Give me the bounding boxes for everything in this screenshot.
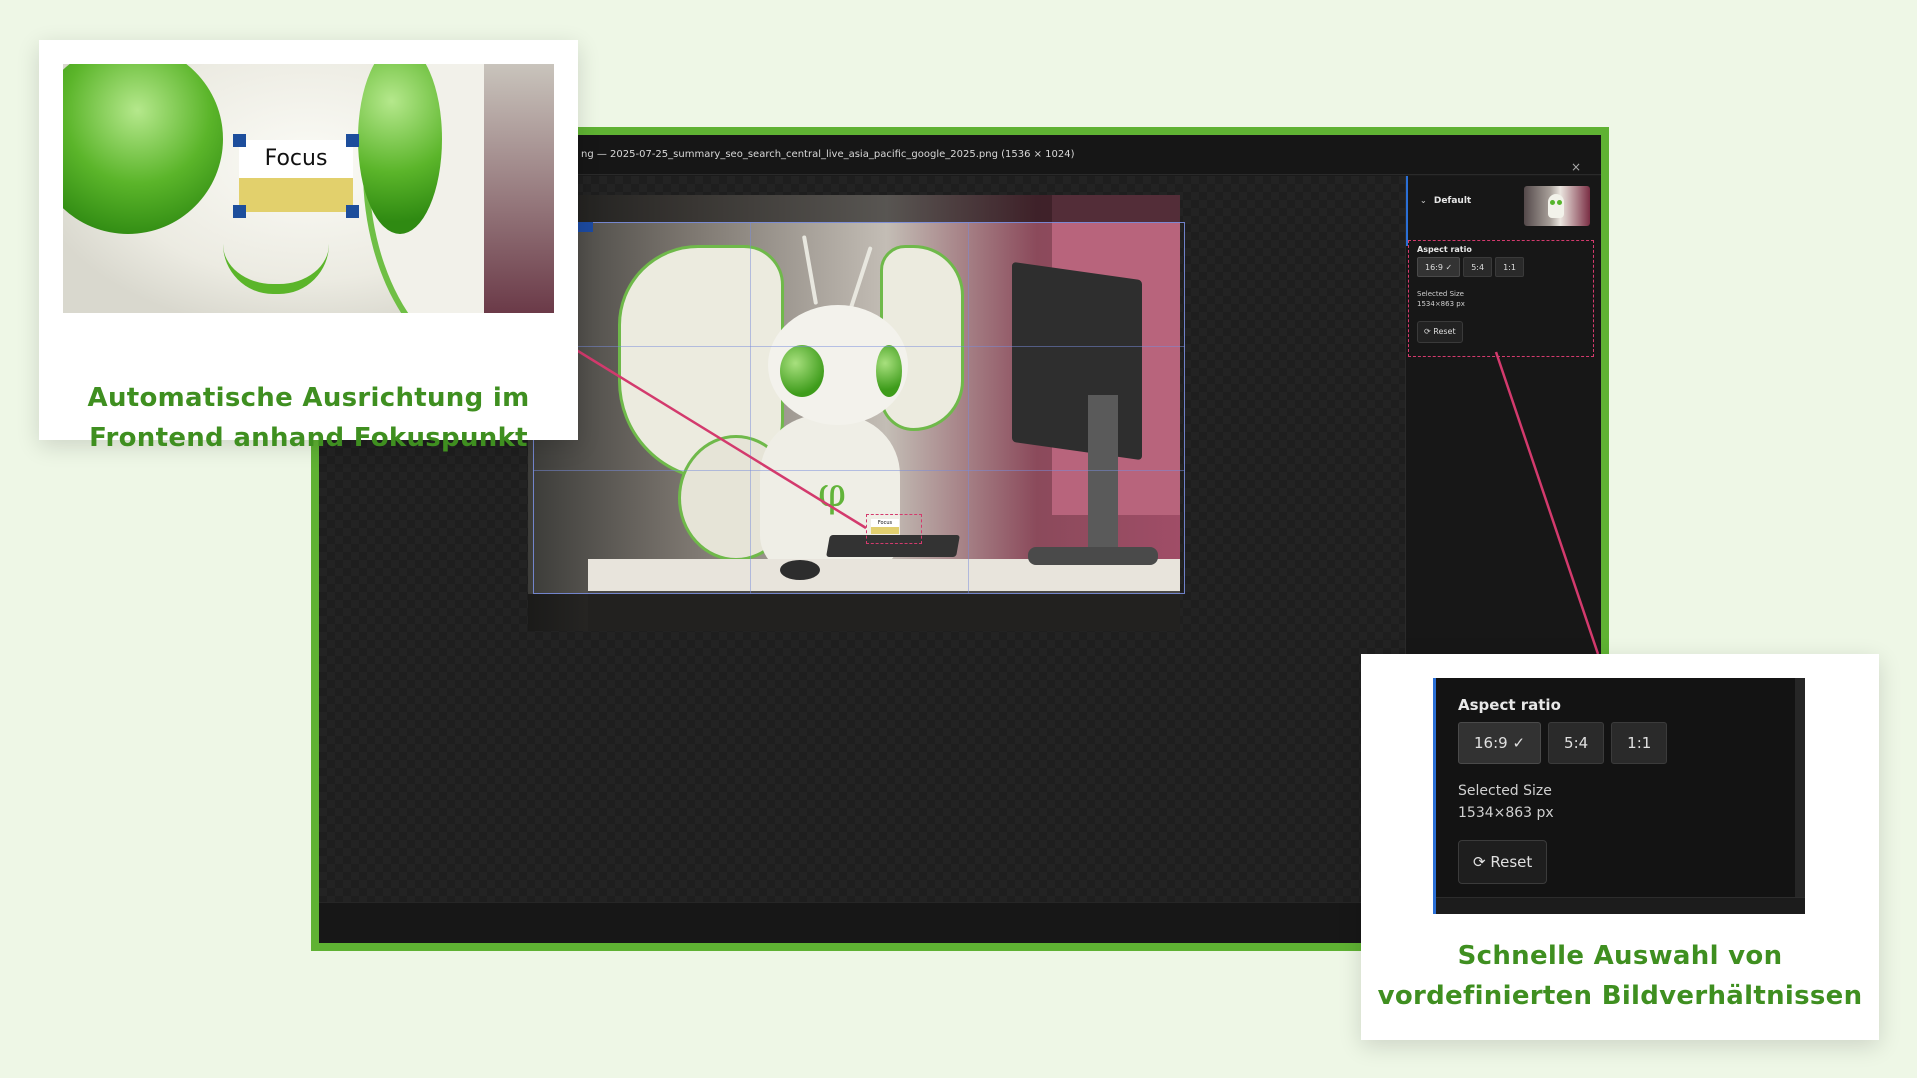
ratio-button-5-4[interactable]: 5:4 [1463, 257, 1493, 277]
selected-size-label: Selected Size [1458, 783, 1552, 799]
resize-handle[interactable] [233, 205, 246, 218]
callout-focus: Focus Automatische Ausrichtung im Fronte… [39, 40, 578, 453]
selected-size: Selected Size 1534×863 px [1458, 780, 1554, 824]
crop-grid-line [750, 222, 751, 594]
scrollbar[interactable] [1795, 678, 1805, 898]
variant-toggle[interactable]: ⌄ Default [1420, 196, 1471, 206]
aspect-ratio-zoom: Aspect ratio 16:9 ✓ 5:4 1:1 Selected Siz… [1433, 678, 1805, 914]
editor-title: ng — 2025-07-25_summary_seo_search_centr… [581, 149, 1075, 160]
callout-aspect-title-line1: Schnelle Auswahl von [1457, 941, 1783, 971]
focus-fill [239, 178, 353, 212]
aspect-ratio-buttons: 16:9 ✓ 5:4 1:1 [1458, 722, 1668, 764]
resize-handle[interactable] [346, 205, 359, 218]
zoom-eye-left [63, 64, 223, 234]
focus-area-label: Focus [871, 519, 899, 527]
reset-label: Reset [1490, 853, 1533, 871]
sidebar-accent [1406, 176, 1408, 246]
close-icon[interactable]: × [1571, 147, 1581, 174]
focus-area-marker[interactable]: Focus [866, 514, 922, 544]
crop-grid-line [968, 222, 969, 594]
thumbnail-eye [1550, 200, 1555, 205]
refresh-icon: ⟳ [1473, 853, 1486, 871]
callout-aspect-title-line2: vordefinierten Bildverhältnissen [1377, 981, 1863, 1011]
reset-button[interactable]: ⟳ Reset [1417, 321, 1463, 343]
selected-size-value: 1534×863 px [1458, 805, 1554, 821]
resize-handle[interactable] [346, 134, 359, 147]
resize-handle[interactable] [233, 134, 246, 147]
aspect-ratio-label: Aspect ratio [1417, 245, 1472, 254]
chevron-down-icon: ⌄ [1420, 196, 1427, 205]
reset-button[interactable]: ⟳ Reset [1458, 840, 1548, 884]
variant-label: Default [1433, 196, 1472, 206]
aspect-ratio-panel: Aspect ratio 16:9 ✓ 5:4 1:1 Selected Siz… [1408, 240, 1594, 357]
ratio-button-16-9[interactable]: 16:9 ✓ [1458, 722, 1542, 764]
crop-frame[interactable] [533, 222, 1185, 594]
ratio-button-1-1[interactable]: 1:1 [1611, 722, 1668, 764]
crop-grid-line [533, 346, 1185, 347]
reset-label: Reset [1433, 327, 1456, 336]
aspect-ratio-buttons: 16:9 ✓ 5:4 1:1 [1417, 257, 1524, 277]
callout-focus-title-line1: Automatische Ausrichtung im [87, 383, 530, 413]
focus-label: Focus [239, 140, 353, 178]
ratio-button-5-4[interactable]: 5:4 [1548, 722, 1605, 764]
zoom-background [484, 64, 554, 313]
panel-footer [1436, 897, 1805, 914]
ratio-button-16-9[interactable]: 16:9 ✓ [1417, 257, 1461, 277]
selected-size-value: 1534×863 px [1417, 300, 1465, 308]
focus-point-box[interactable]: Focus [233, 134, 359, 218]
callout-aspect-title: Schnelle Auswahl von vordefinierten Bild… [1361, 936, 1879, 1016]
selected-size-label: Selected Size [1417, 290, 1464, 298]
focus-zoom-image: Focus [63, 64, 554, 313]
zoom-smile [223, 244, 329, 294]
thumbnail-mascot [1548, 194, 1564, 218]
crop-dim-bottom [528, 594, 1180, 631]
crop-grid-line [533, 470, 1185, 471]
variant-thumbnail[interactable] [1524, 186, 1590, 226]
thumbnail-eye [1557, 200, 1562, 205]
aspect-ratio-label: Aspect ratio [1458, 696, 1561, 714]
crop-dim-top [528, 195, 1180, 222]
callout-focus-title-line2: Frontend anhand Fokuspunkt [89, 423, 528, 453]
callout-aspect-ratio: Aspect ratio 16:9 ✓ 5:4 1:1 Selected Siz… [1361, 654, 1879, 1040]
callout-focus-title: Automatische Ausrichtung im Frontend anh… [39, 378, 578, 458]
selected-size: Selected Size 1534×863 px [1417, 289, 1465, 309]
focus-area-fill [871, 527, 899, 534]
ratio-button-1-1[interactable]: 1:1 [1495, 257, 1524, 277]
refresh-icon: ⟳ [1424, 327, 1431, 336]
